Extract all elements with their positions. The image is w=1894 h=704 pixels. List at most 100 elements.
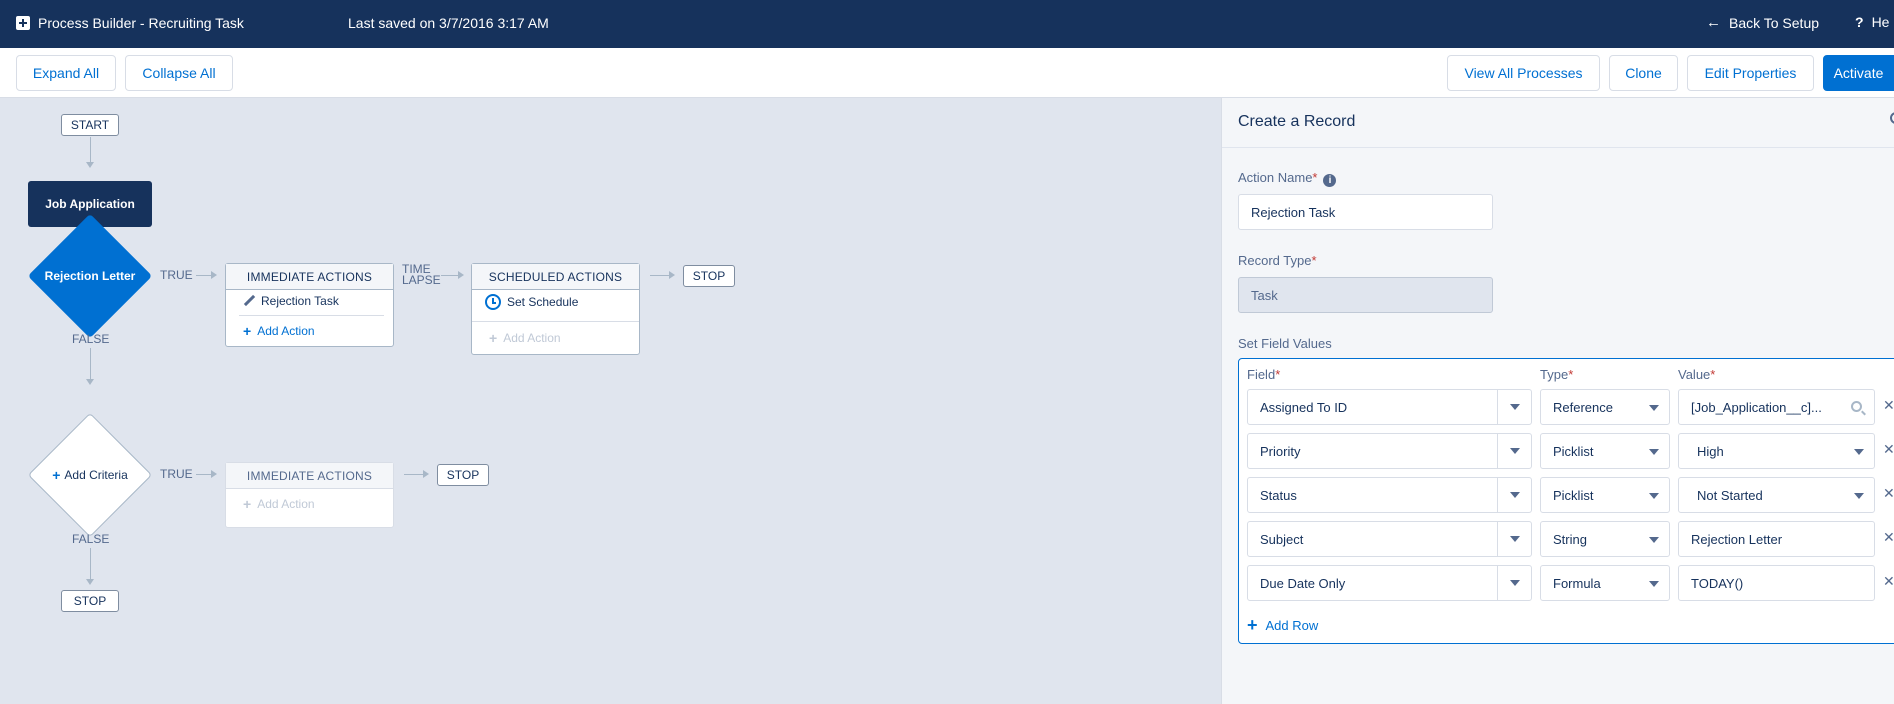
help-label: He (1871, 14, 1890, 30)
remove-row-icon[interactable]: ✕ (1883, 485, 1894, 502)
rejection-task-action[interactable]: Rejection Task (243, 294, 339, 308)
required-marker: * (1710, 367, 1716, 382)
chevron-down-icon (1649, 493, 1659, 499)
connector (441, 275, 459, 276)
back-to-setup-link[interactable]: ← Back To Setup (1706, 14, 1819, 31)
edit-properties-button[interactable]: Edit Properties (1687, 55, 1814, 91)
add-row-label: Add Row (1265, 618, 1319, 633)
field-column-header: Field* (1247, 367, 1280, 382)
add-action-link[interactable]: + Add Action (243, 323, 315, 339)
value-formula-input[interactable]: TODAY() (1678, 565, 1875, 601)
plus-icon: + (1247, 615, 1258, 635)
add-criteria-label: Add Criteria (64, 468, 128, 482)
panel-body: Action Name* i Rejection Task Record Type… (1222, 148, 1894, 704)
type-select-value: Formula (1553, 575, 1601, 591)
required-marker: * (1312, 170, 1318, 185)
field-select-value: Assigned To ID (1260, 399, 1348, 415)
panel-close-icon[interactable] (1890, 112, 1894, 124)
immediate-actions-header: IMMEDIATE ACTIONS (226, 463, 393, 489)
chevron-down-icon[interactable] (1497, 522, 1531, 556)
field-select[interactable]: Priority (1247, 433, 1532, 469)
add-row-link[interactable]: + Add Row (1247, 615, 1318, 636)
remove-row-icon[interactable]: ✕ (1883, 397, 1894, 414)
add-scheduled-action-link[interactable]: + Add Action (489, 330, 561, 346)
value-text-input[interactable]: Rejection Letter (1678, 521, 1875, 557)
true-label: TRUE (160, 467, 193, 481)
chevron-down-icon[interactable] (1497, 434, 1531, 468)
pencil-icon (243, 295, 255, 307)
type-select[interactable]: Formula (1540, 565, 1670, 601)
value-select-text: High (1697, 443, 1724, 459)
add-criteria-node[interactable]: + Add Criteria (28, 458, 152, 492)
arrow-down-icon (86, 162, 94, 168)
field-select[interactable]: Assigned To ID (1247, 389, 1532, 425)
panel-header: Create a Record (1222, 98, 1894, 148)
remove-row-icon[interactable]: ✕ (1883, 573, 1894, 590)
plus-icon: + (243, 496, 252, 512)
true-label: TRUE (160, 268, 193, 282)
help-link[interactable]: ? He (1855, 14, 1889, 30)
arrow-down-icon (86, 379, 94, 385)
set-schedule-label: Set Schedule (507, 295, 579, 309)
value-input-text: Rejection Letter (1691, 531, 1783, 547)
remove-row-icon[interactable]: ✕ (1883, 529, 1894, 546)
connector (90, 548, 91, 580)
connector (90, 137, 91, 163)
set-field-values-label: Set Field Values (1238, 336, 1332, 351)
type-select[interactable]: Picklist (1540, 433, 1670, 469)
set-schedule-link[interactable]: Set Schedule (485, 294, 578, 310)
chevron-down-icon (1649, 537, 1659, 543)
rejection-task-label: Rejection Task (261, 294, 339, 308)
connector (90, 348, 91, 380)
add-action-link-disabled[interactable]: + Add Action (243, 496, 315, 512)
activate-button[interactable]: Activate (1823, 55, 1894, 91)
process-canvas: START Job Application Rejection Letter T… (0, 98, 1221, 704)
chevron-down-icon[interactable] (1497, 478, 1531, 512)
immediate-actions-box-empty: IMMEDIATE ACTIONS (225, 462, 394, 528)
clone-button[interactable]: Clone (1609, 55, 1678, 91)
expand-all-button[interactable]: Expand All (16, 55, 116, 91)
type-select-value: Reference (1553, 399, 1613, 415)
connector (650, 275, 670, 276)
field-values-section: Field* Type* Value* Assigned To ID Refer… (1238, 358, 1894, 644)
chevron-down-icon (1649, 581, 1659, 587)
connector (404, 474, 424, 475)
criteria-node-label[interactable]: Rejection Letter (28, 259, 152, 293)
chevron-down-icon (1649, 405, 1659, 411)
remove-row-icon[interactable]: ✕ (1883, 441, 1894, 458)
search-icon[interactable] (1851, 401, 1862, 412)
arrow-down-icon (86, 579, 94, 585)
value-picklist-select[interactable]: Not Started (1678, 477, 1875, 513)
required-marker: * (1568, 367, 1574, 382)
connector (196, 474, 212, 475)
info-icon[interactable]: i (1323, 174, 1337, 187)
divider (472, 321, 639, 322)
field-select[interactable]: Due Date Only (1247, 565, 1532, 601)
collapse-all-button[interactable]: Collapse All (125, 55, 233, 91)
required-marker: * (1275, 367, 1281, 382)
action-name-input[interactable]: Rejection Task (1238, 194, 1493, 230)
field-select[interactable]: Status (1247, 477, 1532, 513)
type-select[interactable]: Picklist (1540, 477, 1670, 513)
value-lookup-input[interactable]: [Job_Application__c]... (1678, 389, 1875, 425)
type-select[interactable]: Reference (1540, 389, 1670, 425)
help-icon: ? (1855, 14, 1864, 30)
type-select[interactable]: String (1540, 521, 1670, 557)
field-select-value: Priority (1260, 443, 1301, 459)
chevron-down-icon[interactable] (1497, 566, 1531, 600)
chevron-down-icon[interactable] (1497, 390, 1531, 424)
arrow-left-icon: ← (1706, 14, 1721, 31)
field-select[interactable]: Subject (1247, 521, 1532, 557)
type-column-header: Type* (1540, 367, 1573, 382)
type-select-value: Picklist (1553, 443, 1594, 459)
add-action-label: Add Action (257, 497, 315, 511)
type-column-label: Type (1540, 367, 1569, 382)
value-picklist-select[interactable]: High (1678, 433, 1875, 469)
arrow-right-icon (458, 271, 464, 279)
add-action-label: Add Action (257, 324, 315, 338)
value-select-text: Not Started (1697, 487, 1763, 503)
field-select-value: Status (1260, 487, 1297, 503)
divider (239, 315, 384, 316)
view-all-processes-button[interactable]: View All Processes (1447, 55, 1600, 91)
plus-icon: + (489, 330, 498, 346)
